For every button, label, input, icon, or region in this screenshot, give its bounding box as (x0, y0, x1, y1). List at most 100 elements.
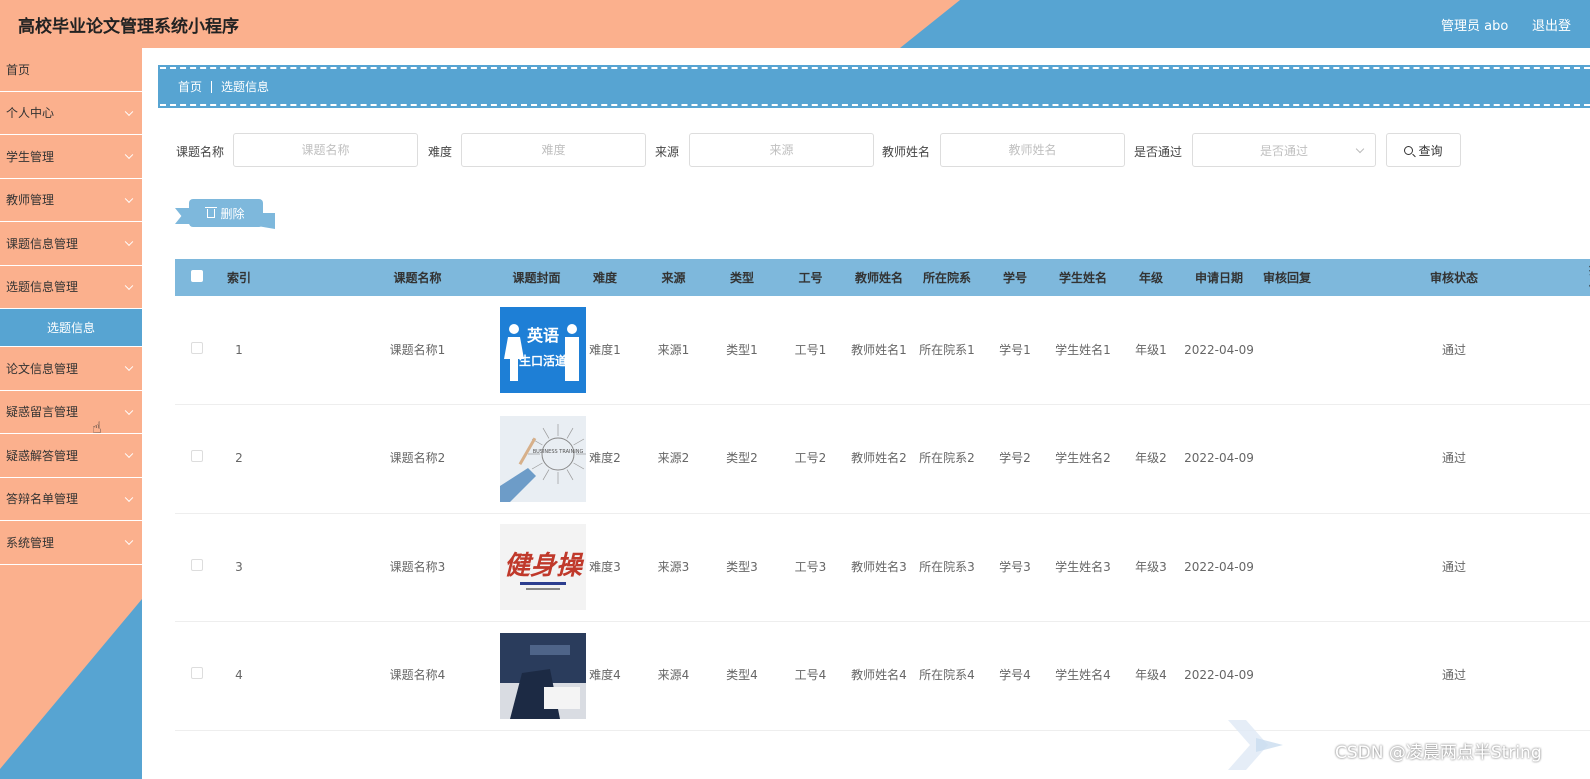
sidebar-item-7[interactable]: 疑惑留言管理 (0, 391, 142, 434)
apply-date-cell: 2022-04-09 (1184, 559, 1254, 574)
row-select-cell (175, 405, 219, 514)
row-checkbox[interactable] (191, 558, 203, 571)
chevron-down-icon (124, 493, 134, 502)
column-header: 审核回复 (1262, 271, 1311, 285)
department-cell: 所在院系2 (919, 451, 975, 466)
spacer-cell (259, 405, 335, 514)
student-name-cell: 学生姓名1 (1055, 342, 1111, 357)
breadcrumb-separator (211, 80, 213, 93)
grade-cell: 年级1 (1135, 342, 1167, 357)
topic-cover-image (500, 632, 586, 719)
breadcrumb-current: 选题信息 (221, 80, 270, 94)
app-title: 高校毕业论文管理系统小程序 (18, 17, 239, 37)
sidebar-item-8[interactable]: 疑惑解答管理 (0, 434, 142, 478)
cover-cell: BUSINESS TRAINING (500, 405, 586, 514)
query-button-label: 查询 (1418, 143, 1443, 158)
index-cell: 4 (235, 668, 243, 683)
bulk-delete-button[interactable]: 删除 (189, 199, 263, 227)
student-no-cell: 学号1 (999, 342, 1031, 357)
topic-cover-image: 英语 生口活道 (500, 307, 586, 393)
column-header: 申请日期 (1194, 271, 1243, 285)
teacher-name-cell: 教师姓名4 (851, 668, 907, 683)
student-no-cell: 学号4 (999, 668, 1031, 683)
review-status-cell: 通过 (1441, 668, 1466, 683)
column-header: 学生姓名 (1058, 271, 1107, 285)
topic-cover-image: 健身操 (500, 524, 586, 611)
review-status-cell: 通过 (1441, 342, 1466, 357)
top-header: 高校毕业论文管理系统小程序 管理员 abo 退出登 (0, 0, 1590, 48)
current-user[interactable]: 管理员 abo (1441, 15, 1508, 34)
column-header: 课题封面 (512, 271, 561, 285)
column-header: 难度 (592, 271, 617, 285)
row-select-cell (175, 622, 219, 731)
apply-date-cell: 2022-04-09 (1184, 342, 1254, 357)
sidebar-item-label: 选题信息管理 (6, 280, 79, 295)
source-label: 来源 (655, 145, 680, 159)
chevron-down-icon (124, 107, 134, 116)
student-name-cell: 学生姓名3 (1055, 559, 1111, 574)
teacher-search-input[interactable] (940, 133, 1125, 167)
department-cell: 所在院系4 (919, 668, 975, 683)
sidebar-item-label: 课题信息管理 (6, 236, 79, 251)
breadcrumb: 首页 选题信息 (158, 65, 1590, 108)
sidebar-subitem-active[interactable]: 选题信息 (0, 309, 142, 347)
sidebar-item-1[interactable]: 个人中心 (0, 92, 142, 135)
row-checkbox[interactable] (191, 341, 203, 354)
staff-no-cell: 工号1 (794, 342, 827, 357)
chevron-down-icon (124, 281, 134, 290)
sidebar-item-6[interactable]: 论文信息管理 (0, 347, 142, 391)
ribbon-right-decoration (261, 213, 275, 229)
review-status-cell: 通过 (1441, 451, 1466, 466)
watermark-logo-icon (1228, 720, 1283, 770)
row-checkbox[interactable] (191, 667, 203, 680)
chevron-down-icon (124, 150, 134, 160)
query-button[interactable]: 查询 (1386, 133, 1461, 167)
index-cell: 1 (235, 342, 243, 357)
apply-date-cell: 2022-04-09 (1184, 668, 1254, 683)
topic-search-input[interactable] (233, 133, 418, 167)
sidebar-item-label: 学生管理 (6, 149, 55, 164)
passed-select[interactable]: 是否通过 (1192, 133, 1376, 167)
source-search-input[interactable] (689, 133, 874, 167)
sidebar-item-3[interactable]: 教师管理 (0, 179, 142, 222)
sidebar-item-5[interactable]: 选题信息管理 (0, 266, 142, 309)
teacher-label: 教师姓名 (882, 145, 931, 159)
difficulty-search-input[interactable] (461, 133, 646, 167)
sidebar-item-label: 疑惑解答管理 (6, 448, 79, 463)
sidebar: 首页个人中心学生管理教师管理课题信息管理 选题信息管理选题信息 论文信息管理 疑惑留言… (0, 48, 142, 779)
sidebar-item-label: 个人中心 (6, 106, 55, 121)
sidebar-item-10[interactable]: 系统管理 (0, 521, 142, 565)
difficulty-label: 难度 (428, 145, 453, 159)
staff-no-cell: 工号2 (794, 451, 827, 466)
topic-name-cell: 课题名称4 (389, 668, 446, 683)
grade-cell: 年级3 (1135, 559, 1167, 574)
department-cell: 所在院系3 (919, 559, 975, 574)
type-cell: 类型1 (726, 342, 758, 357)
apply-date-cell: 2022-04-09 (1184, 451, 1254, 466)
row-checkbox[interactable] (191, 450, 203, 463)
logout-link[interactable]: 退出登 (1532, 15, 1571, 34)
trash-icon (205, 206, 218, 218)
topic-cover-image: BUSINESS TRAINING (500, 415, 586, 502)
sidebar-item-2[interactable]: 学生管理 (0, 135, 142, 179)
review-reply-cell (1255, 513, 1319, 622)
breadcrumb-home[interactable]: 首页 (178, 78, 202, 95)
topic-name-cell: 课题名称1 (389, 342, 446, 357)
sidebar-item-label: 系统管理 (6, 535, 55, 550)
sidebar-item-9[interactable]: 答辩名单管理 (0, 478, 142, 521)
student-no-cell: 学号3 (999, 559, 1031, 574)
column-header: 学号 (1002, 271, 1027, 285)
column-header: 课题名称 (393, 271, 442, 285)
passed-label: 是否通过 (1134, 145, 1183, 159)
sidebar-corner-decoration (0, 599, 142, 779)
review-reply-cell (1255, 622, 1319, 731)
cover-cell: 健身操 (500, 513, 586, 622)
column-header: 年级 (1138, 271, 1163, 285)
spacer-cell (259, 296, 335, 405)
sidebar-item-4[interactable]: 课题信息管理 (0, 222, 142, 266)
table-row: 2 课题名称2 BUSINESS TRAINING 难度2 来源2 类型2 工号2 教师姓… (175, 405, 1590, 514)
index-cell: 2 (235, 451, 243, 466)
grade-cell: 年级2 (1135, 451, 1167, 466)
sidebar-item-0[interactable]: 首页 (0, 48, 142, 92)
select-all-checkbox[interactable] (191, 270, 203, 282)
